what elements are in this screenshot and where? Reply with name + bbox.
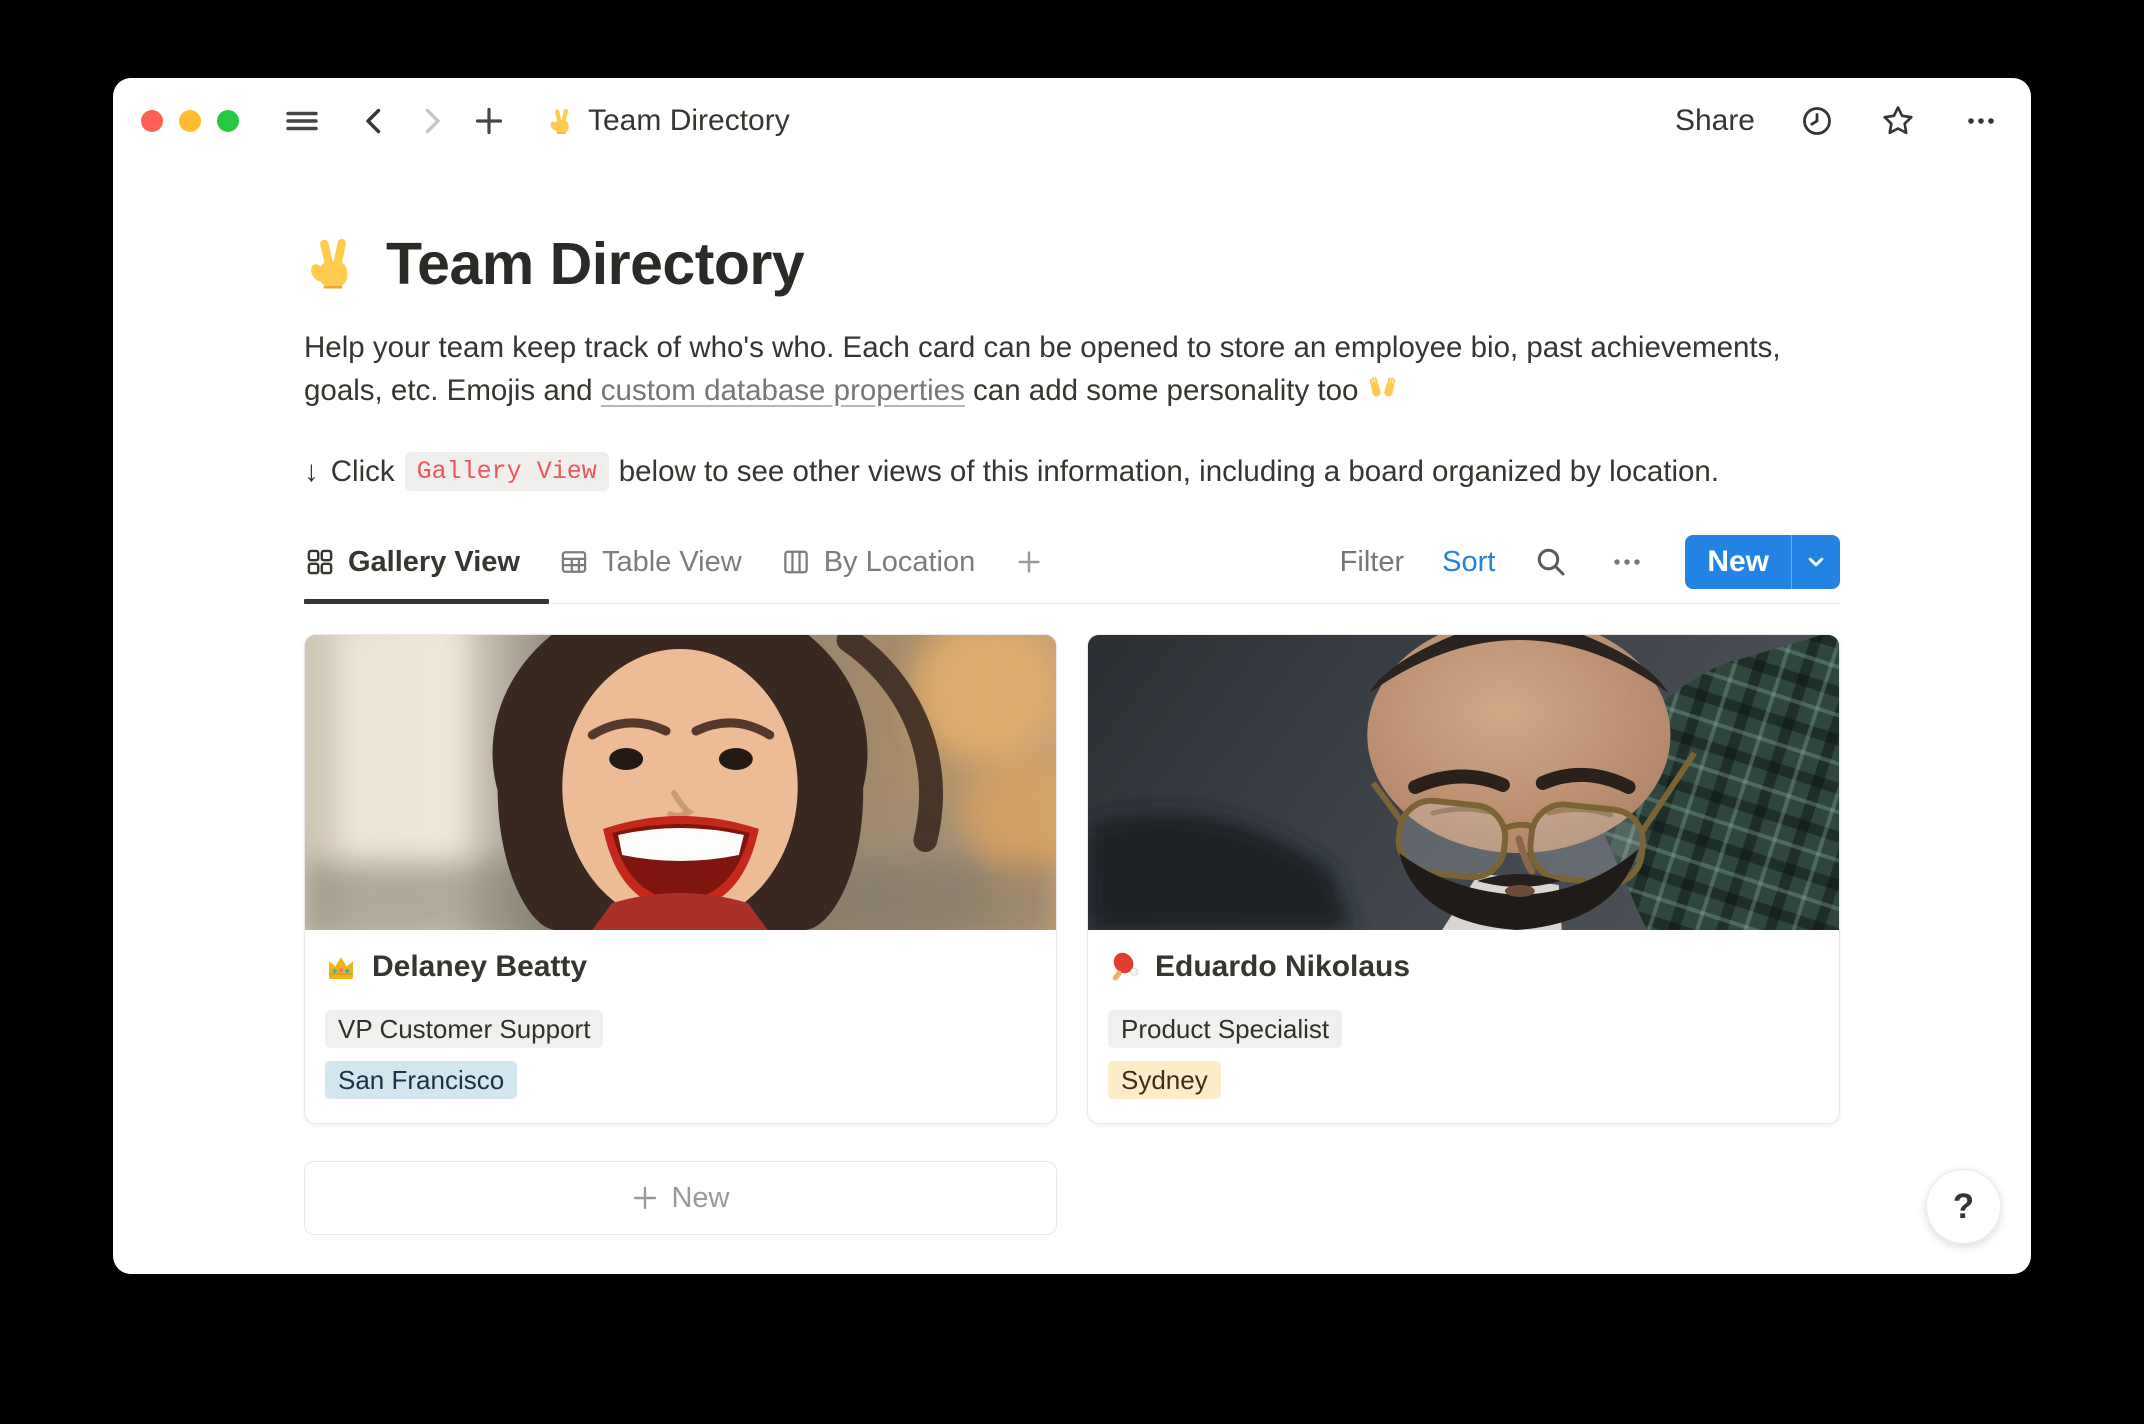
role-tag: VP Customer Support	[325, 1010, 603, 1048]
fullscreen-window-button[interactable]	[217, 110, 239, 132]
breadcrumb-title: Team Directory	[588, 104, 790, 138]
ellipsis-icon	[1607, 544, 1647, 580]
tab-by-location[interactable]: By Location	[780, 546, 976, 579]
tab-label: Gallery View	[348, 546, 520, 579]
breadcrumb[interactable]: Team Directory	[547, 104, 790, 138]
new-page-button[interactable]	[471, 103, 507, 139]
page-description: Help your team keep track of who's who. …	[304, 326, 1840, 412]
employee-name: Delaney Beatty	[372, 950, 587, 984]
sort-button[interactable]: Sort	[1442, 546, 1495, 579]
titlebar: Team Directory Share	[113, 78, 2031, 158]
view-controls: Filter Sort New	[1340, 535, 1840, 589]
gallery-new-row-button[interactable]: New	[304, 1161, 1057, 1235]
chevron-left-icon	[357, 103, 391, 139]
board-view-icon	[780, 546, 812, 578]
gallery-view-code-chip: Gallery View	[405, 452, 609, 491]
custom-database-properties-link[interactable]: custom database properties	[601, 374, 965, 407]
forward-button[interactable]	[415, 103, 449, 139]
tab-table-view[interactable]: Table View	[558, 546, 742, 579]
active-tab-underline	[304, 599, 549, 604]
card-name-row: Delaney Beatty	[325, 950, 1036, 984]
favorite-button[interactable]	[1879, 102, 1917, 140]
minimize-window-button[interactable]	[179, 110, 201, 132]
tab-gallery-view[interactable]: Gallery View	[304, 546, 520, 579]
hamburger-menu-icon	[283, 103, 321, 139]
location-tag: Sydney	[1108, 1061, 1221, 1099]
card-delaney-beatty[interactable]: Delaney Beatty VP Customer Support San F…	[304, 634, 1057, 1124]
eduardo-photo	[1088, 635, 1839, 930]
chevron-down-icon	[1801, 547, 1831, 577]
plus-icon	[471, 103, 507, 139]
question-mark-icon: ?	[1953, 1187, 1974, 1227]
new-entry-split-button: New	[1685, 535, 1840, 589]
employee-name: Eduardo Nikolaus	[1155, 950, 1410, 984]
card-body: Eduardo Nikolaus Product Specialist Sydn…	[1088, 930, 1839, 1123]
callout-before-code: Click	[331, 455, 395, 489]
description-line2-before: goals, etc. Emojis and	[304, 374, 601, 407]
ellipsis-icon	[1961, 103, 2001, 139]
new-entry-dropdown-button[interactable]	[1791, 535, 1840, 589]
close-window-button[interactable]	[141, 110, 163, 132]
ping-pong-emoji	[1108, 951, 1140, 983]
card-name-row: Eduardo Nikolaus	[1108, 950, 1819, 984]
tab-label: By Location	[824, 546, 976, 579]
back-button[interactable]	[357, 103, 391, 139]
card-eduardo-nikolaus[interactable]: Eduardo Nikolaus Product Specialist Sydn…	[1087, 634, 1840, 1124]
victory-hand-emoji[interactable]	[304, 235, 362, 293]
app-window: Team Directory Share Team Directory Help…	[113, 78, 2031, 1274]
gallery-view-icon	[304, 546, 336, 578]
role-tag: Product Specialist	[1108, 1010, 1342, 1048]
table-view-icon	[558, 546, 590, 578]
gallery: Delaney Beatty VP Customer Support San F…	[304, 634, 1840, 1124]
search-button[interactable]	[1533, 544, 1569, 580]
views-bar: Gallery View Table View By Location Filt…	[304, 533, 1840, 591]
callout-after-code: below to see other views of this informa…	[619, 455, 1719, 489]
page-title-row: Team Directory	[304, 230, 1840, 298]
plus-icon	[1013, 546, 1045, 578]
sidebar-toggle-button[interactable]	[283, 103, 321, 139]
chevron-right-icon	[415, 103, 449, 139]
more-options-button[interactable]	[1961, 103, 2001, 139]
add-view-button[interactable]	[1013, 546, 1045, 578]
tab-label: Table View	[602, 546, 742, 579]
raising-hands-emoji	[1367, 374, 1398, 405]
help-button[interactable]: ?	[1926, 1169, 2001, 1244]
search-icon	[1533, 544, 1569, 580]
gallery-new-label: New	[671, 1182, 729, 1215]
victory-hand-emoji	[547, 107, 576, 136]
share-button[interactable]: Share	[1675, 104, 1755, 138]
down-arrow-glyph: ↓	[304, 455, 319, 489]
crown-emoji	[325, 951, 357, 983]
view-options-button[interactable]	[1607, 544, 1647, 580]
views-divider	[304, 603, 1840, 604]
description-line2-after: can add some personality too	[965, 374, 1367, 407]
plus-icon	[631, 1184, 659, 1212]
clock-icon	[1799, 103, 1835, 139]
description-line1: Help your team keep track of who's who. …	[304, 331, 1781, 364]
callout-line: ↓ Click Gallery View below to see other …	[304, 452, 1840, 491]
location-tag: San Francisco	[325, 1061, 517, 1099]
titlebar-actions: Share	[1675, 102, 2001, 140]
star-icon	[1879, 102, 1917, 140]
page-title: Team Directory	[386, 230, 804, 298]
new-entry-button[interactable]: New	[1685, 535, 1791, 589]
card-body: Delaney Beatty VP Customer Support San F…	[305, 930, 1056, 1123]
history-button[interactable]	[1799, 103, 1835, 139]
delaney-photo	[305, 635, 1056, 930]
filter-button[interactable]: Filter	[1340, 546, 1404, 579]
